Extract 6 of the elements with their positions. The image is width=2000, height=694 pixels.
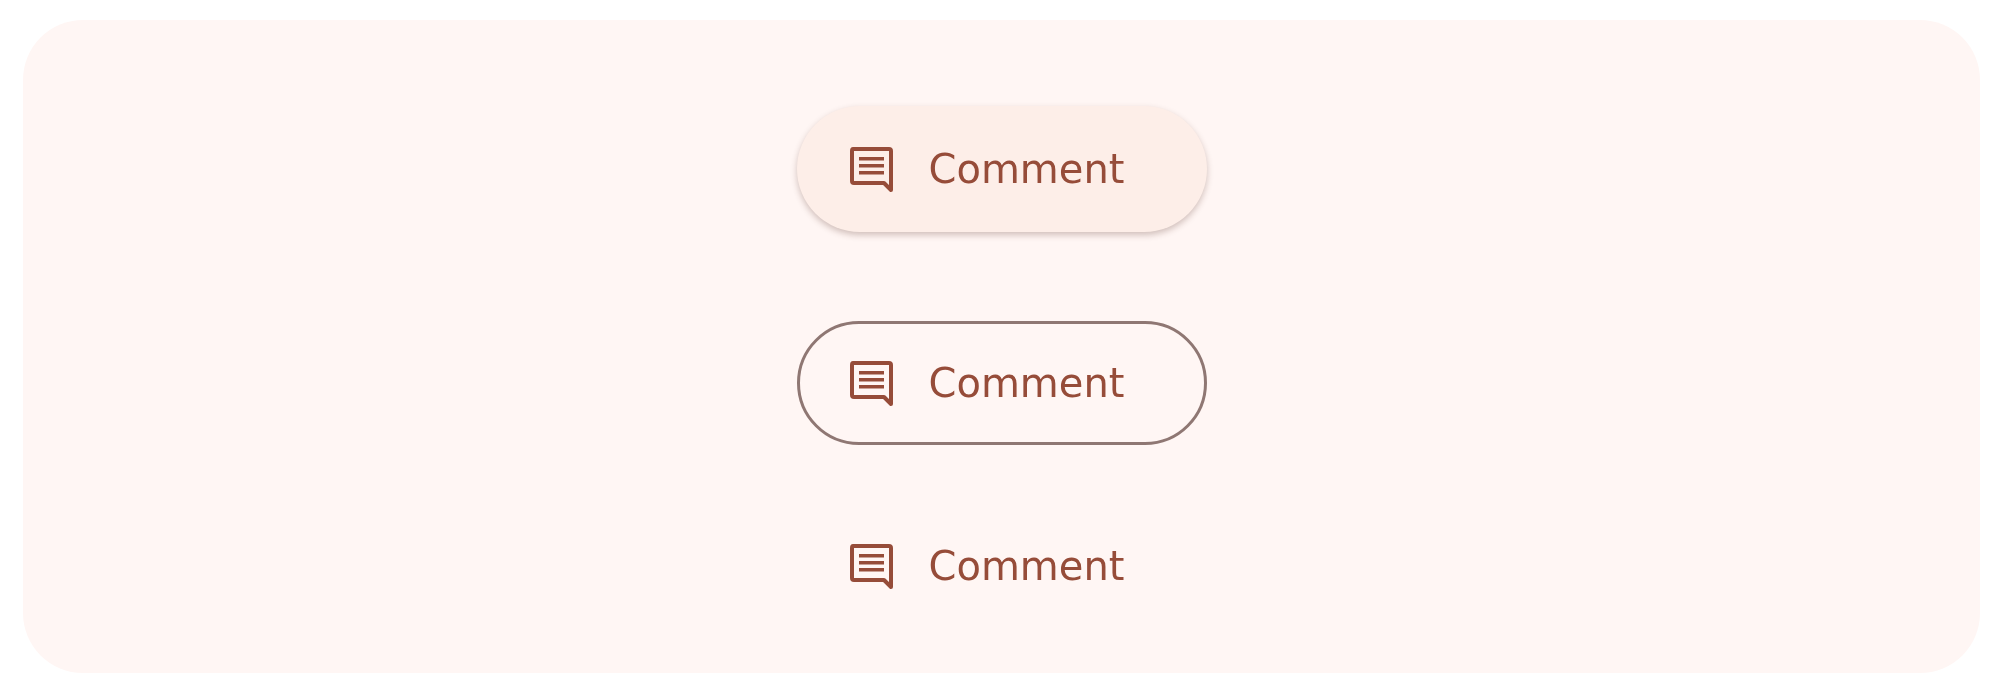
comment-icon	[848, 543, 895, 589]
comment-button[interactable]: Comment	[796, 534, 1207, 598]
comment-icon	[848, 360, 895, 406]
comment-button[interactable]: Comment	[796, 321, 1207, 445]
comment-icon	[848, 146, 895, 192]
comment-button[interactable]: Comment	[796, 106, 1207, 232]
